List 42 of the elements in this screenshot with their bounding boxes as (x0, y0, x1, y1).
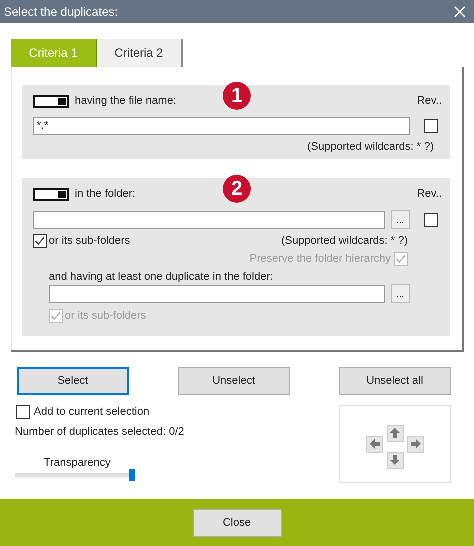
checkbox-label: Preserve the folder hierarchy (250, 253, 391, 265)
left-arrow-icon (368, 438, 380, 450)
close-icon[interactable] (454, 6, 466, 18)
reverse-checkbox[interactable] (424, 119, 438, 133)
number-badge: 2 (223, 175, 251, 203)
duplicate-folder-field[interactable] (49, 284, 385, 302)
close-button[interactable]: Close (192, 508, 282, 536)
reverse-label: Rev.. (417, 95, 442, 107)
up-arrow-icon (389, 427, 401, 439)
checkbox-label: or its sub-folders (49, 235, 130, 247)
hint-text: (Supported wildcards: * ?) (281, 235, 408, 247)
arrow-right-button[interactable] (407, 436, 424, 452)
checkbox-label: Add to current selection (34, 406, 150, 418)
checkbox-label: or its sub-folders (65, 310, 146, 322)
action-button[interactable]: Unselect (178, 367, 290, 395)
browse-button[interactable]: ... (391, 210, 410, 229)
slider-thumb[interactable] (129, 469, 135, 481)
browse-button[interactable]: ... (391, 284, 410, 303)
window-title: Select the duplicates: (4, 4, 118, 18)
number-badge: 1 (223, 82, 251, 110)
action-button[interactable]: Unselect all (339, 367, 451, 395)
arrow-up-button[interactable] (386, 424, 404, 442)
hint-text: (Supported wildcards: * ?) (307, 141, 434, 153)
reverse-label: Rev.. (417, 188, 442, 200)
selection-count: Number of duplicates selected: 0/2 (15, 426, 184, 438)
slider-label: Transparency (44, 457, 111, 469)
right-arrow-icon (410, 438, 422, 450)
reverse-checkbox[interactable] (424, 212, 438, 226)
section-label: in the folder: (75, 188, 136, 200)
toggle-switch[interactable] (33, 188, 69, 200)
field-label: and having at least one duplicate in the folder: (49, 271, 274, 283)
toggle-switch[interactable] (33, 94, 69, 108)
folder-field[interactable] (33, 210, 385, 228)
section-label: having the file name: (75, 95, 177, 107)
subfolders-checkbox[interactable] (33, 234, 47, 248)
arrow-down-button[interactable] (386, 452, 404, 468)
tab[interactable]: Criteria 2 (97, 39, 183, 67)
action-button[interactable]: Select (17, 367, 129, 395)
add-selection-checkbox[interactable] (16, 405, 30, 419)
arrow-left-button[interactable] (366, 436, 383, 452)
down-arrow-icon (389, 454, 401, 466)
file-name-field[interactable]: *.* (33, 117, 410, 135)
